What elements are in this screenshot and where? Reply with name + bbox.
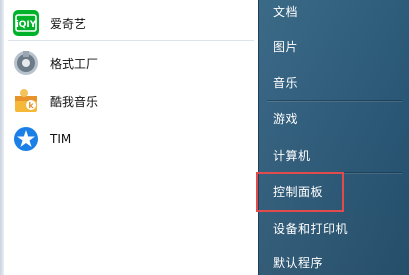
kuwo-music-icon: k — [12, 87, 40, 115]
format-factory-icon — [12, 49, 40, 77]
menu-item-music[interactable]: 音乐 — [273, 71, 298, 95]
menu-item-devices-printers[interactable]: 设备和打印机 — [273, 217, 348, 241]
menu-item-default-programs[interactable]: 默认程序 — [273, 251, 323, 275]
app-item-format-factory[interactable]: 格式工厂 — [8, 46, 254, 80]
app-label: TIM — [50, 132, 72, 146]
menu-item-games[interactable]: 游戏 — [273, 107, 298, 131]
tim-icon — [12, 125, 40, 153]
menu-item-pictures[interactable]: 图片 — [273, 35, 298, 59]
menu-item-computer[interactable]: 计算机 — [273, 144, 311, 168]
highlight-box — [256, 172, 344, 212]
program-list: iQIY 爱奇艺 格式工厂 k 酷我音乐 TIM — [0, 0, 256, 275]
app-label: 格式工厂 — [50, 56, 99, 71]
iqiyi-icon: iQIY — [12, 9, 40, 37]
app-label: 爱奇艺 — [50, 16, 87, 31]
app-label: 酷我音乐 — [50, 94, 99, 109]
separator — [267, 100, 402, 101]
app-item-iqiyi[interactable]: iQIY 爱奇艺 — [8, 6, 254, 41]
left-edge — [0, 0, 4, 275]
app-item-tim[interactable]: TIM — [8, 122, 254, 156]
app-item-kuwo-music[interactable]: k 酷我音乐 — [8, 84, 254, 118]
menu-item-documents[interactable]: 文档 — [273, 0, 298, 24]
svg-text:iQIY: iQIY — [16, 20, 37, 30]
system-links-panel: 文档 图片 音乐 游戏 计算机 控制面板 设备和打印机 默认程序 — [258, 0, 409, 275]
svg-text:k: k — [28, 101, 34, 110]
